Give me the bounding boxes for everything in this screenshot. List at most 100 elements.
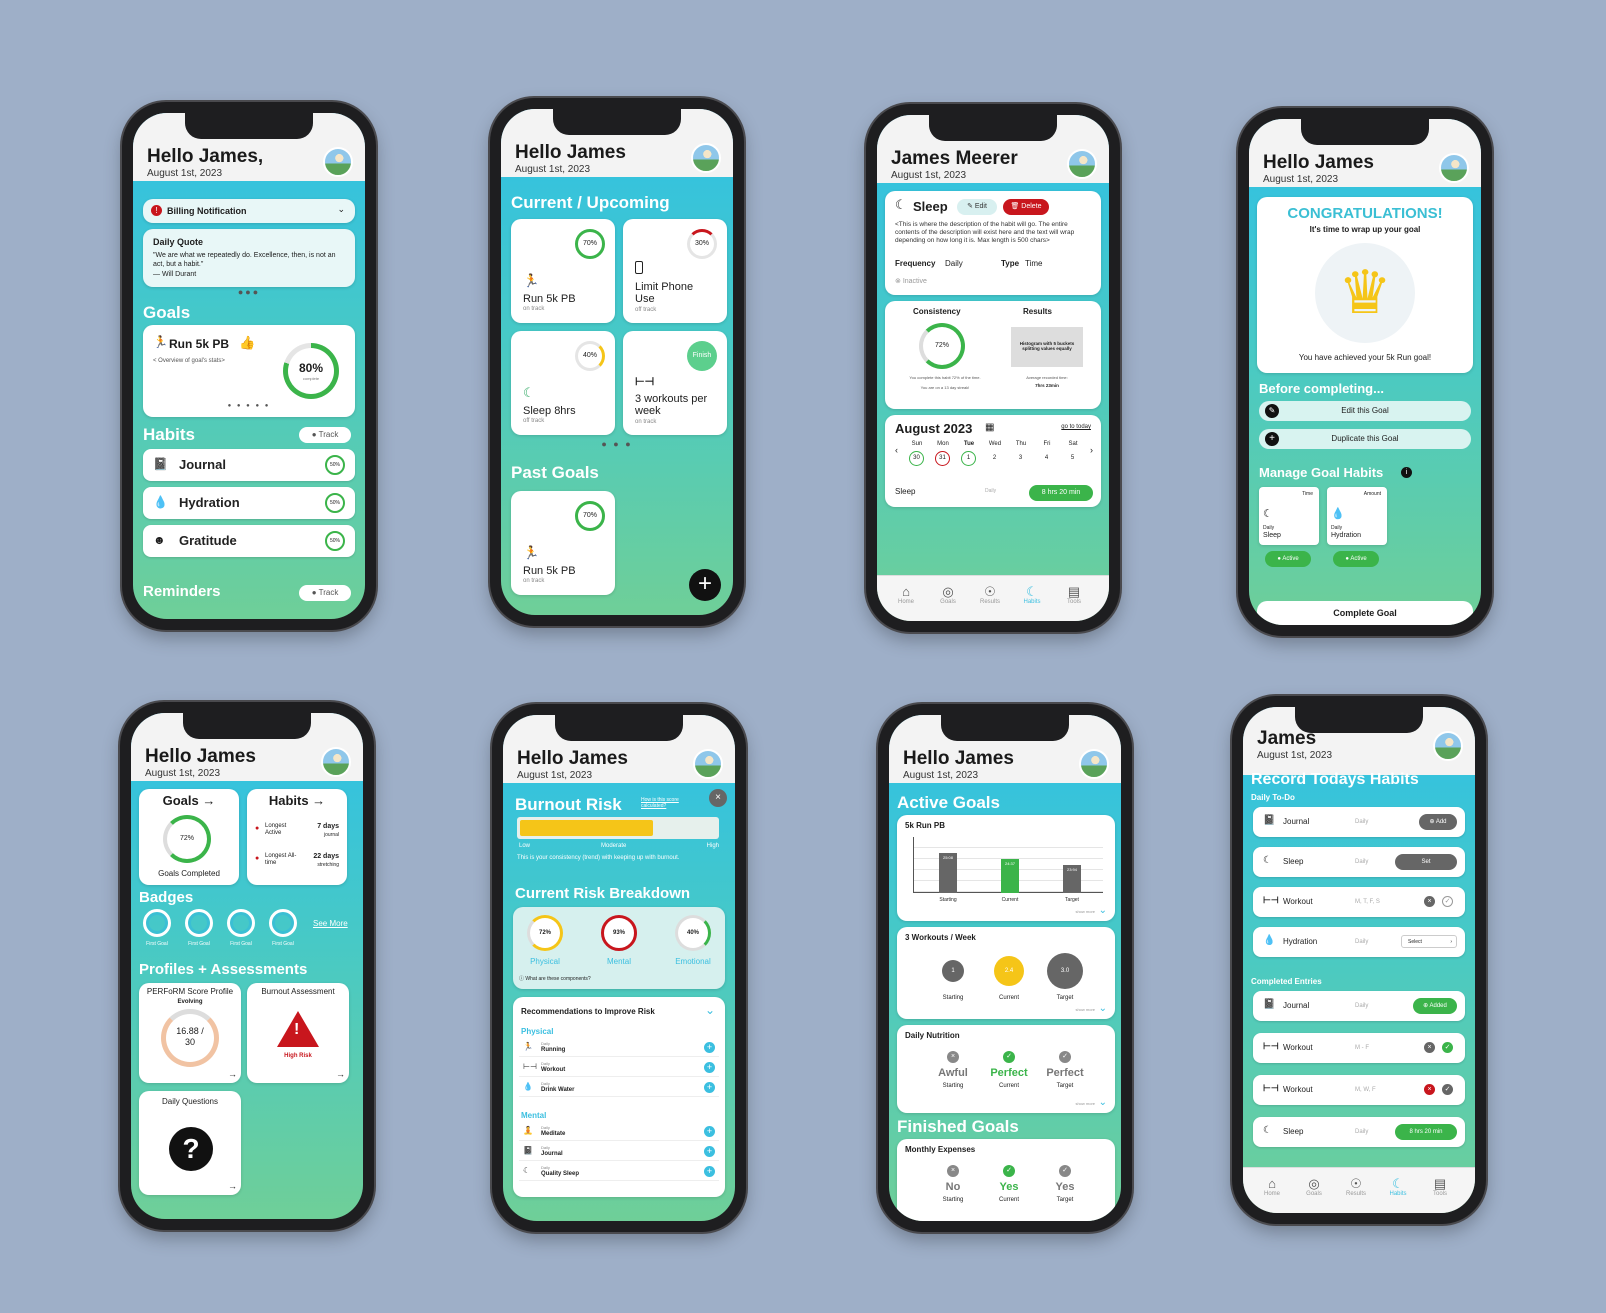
- arrow-right-icon[interactable]: →: [336, 1069, 345, 1079]
- expenses-goal-card[interactable]: Monthly Expenses × No Starting ✓ Yes Current ✓…: [897, 1139, 1115, 1221]
- recommendation-row[interactable]: 🏃 Daily Running +: [519, 1039, 719, 1057]
- done-sleep[interactable]: ☾ Sleep Daily 8 hrs 20 min: [1253, 1117, 1465, 1147]
- badge[interactable]: First Goal: [181, 909, 217, 953]
- go-to-today-link[interactable]: go to today: [1061, 424, 1091, 430]
- close-circle-icon[interactable]: ×: [1424, 1084, 1435, 1095]
- inactive-toggle[interactable]: ⊗ Inactive: [895, 277, 927, 285]
- chevron-right-icon[interactable]: ›: [1090, 445, 1093, 455]
- habits-summary-card[interactable]: Habits → ● Longest Active 7 days journal…: [247, 789, 347, 885]
- select-dropdown[interactable]: Select ›: [1401, 935, 1457, 948]
- info-icon[interactable]: i: [1401, 467, 1412, 478]
- perform-score-card[interactable]: PERFoRM Score Profile Evolving 16.88 / 3…: [139, 983, 241, 1083]
- habits-link[interactable]: Habits →: [247, 793, 347, 808]
- day-number[interactable]: 2: [987, 451, 1002, 466]
- recommendation-row[interactable]: ☾ Daily Quality Sleep +: [519, 1163, 719, 1181]
- goal-card-sleep[interactable]: 40% ☾ Sleep 8hrs off track: [511, 331, 615, 435]
- track-habits-button[interactable]: ● Track: [299, 427, 351, 443]
- tab-tools[interactable]: ▤ Tools: [1059, 585, 1089, 606]
- add-circle-icon[interactable]: +: [704, 1166, 715, 1177]
- tab-results[interactable]: ☉ Results: [1341, 1177, 1371, 1198]
- goals-link[interactable]: Goals →: [139, 793, 239, 808]
- tab-tools[interactable]: ▤ Tools: [1425, 1177, 1455, 1198]
- tab-goals[interactable]: ◎ Goals: [933, 585, 963, 606]
- check-circle-icon[interactable]: ✓: [1442, 1084, 1453, 1095]
- added-badge[interactable]: ⊕ Added: [1413, 998, 1457, 1014]
- tab-goals[interactable]: ◎ Goals: [1299, 1177, 1329, 1198]
- chevron-down-icon[interactable]: ⌄: [1099, 905, 1107, 916]
- avatar[interactable]: [1079, 749, 1109, 779]
- daily-questions-card[interactable]: Daily Questions ? →: [139, 1091, 241, 1195]
- day-number[interactable]: 5: [1065, 451, 1080, 466]
- see-more-link[interactable]: See More: [313, 919, 348, 928]
- active-toggle-sleep[interactable]: ● Active: [1265, 551, 1311, 567]
- add-circle-icon[interactable]: +: [704, 1082, 715, 1093]
- avatar[interactable]: [693, 749, 723, 779]
- chevron-down-icon[interactable]: ⌄: [337, 204, 345, 215]
- edit-goal-button[interactable]: ✎ Edit this Goal: [1259, 401, 1471, 421]
- check-circle-icon[interactable]: ✓: [1442, 896, 1453, 907]
- close-icon[interactable]: ×: [709, 789, 727, 807]
- add-circle-icon[interactable]: +: [704, 1146, 715, 1157]
- chevron-left-icon[interactable]: ‹: [895, 445, 898, 455]
- tab-home[interactable]: ⌂ Home: [891, 585, 921, 606]
- badge[interactable]: First Goal: [265, 909, 301, 953]
- recommendation-row[interactable]: 💧 Daily Drink Water +: [519, 1079, 719, 1097]
- track-reminders-button[interactable]: ● Track: [299, 585, 351, 601]
- show-more-link[interactable]: show more: [1075, 909, 1095, 914]
- avatar[interactable]: [323, 147, 353, 177]
- nutrition-goal-card[interactable]: Daily Nutrition show more ⌄ × Awful Starti…: [897, 1025, 1115, 1113]
- todo-journal[interactable]: 📓 Journal Daily ⊕ Add: [1253, 807, 1465, 837]
- goal-chart-card[interactable]: 5k Run PB show more ⌄ 25:08 Starting 24:37…: [897, 815, 1115, 921]
- arrow-right-icon[interactable]: →: [228, 1181, 237, 1191]
- day-number[interactable]: 1: [961, 451, 976, 466]
- habit-row-hydration[interactable]: 💧 Hydration 50%: [143, 487, 355, 519]
- todo-hydration[interactable]: 💧 Hydration Daily Select ›: [1253, 927, 1465, 957]
- close-circle-icon[interactable]: ×: [1424, 1042, 1435, 1053]
- avatar[interactable]: [1433, 731, 1463, 761]
- habit-row-journal[interactable]: 📓 Journal 50%: [143, 449, 355, 481]
- edit-button[interactable]: ✎ Edit: [957, 199, 997, 215]
- complete-goal-button[interactable]: Complete Goal: [1257, 601, 1473, 625]
- active-toggle-hydration[interactable]: ● Active: [1333, 551, 1379, 567]
- day-number[interactable]: 3: [1013, 451, 1028, 466]
- duplicate-goal-button[interactable]: + Duplicate this Goal: [1259, 429, 1471, 449]
- arrow-right-icon[interactable]: →: [228, 1069, 237, 1079]
- tab-home[interactable]: ⌂ Home: [1257, 1177, 1287, 1198]
- avatar[interactable]: [1439, 153, 1469, 183]
- chevron-down-icon[interactable]: ⌄: [1099, 1097, 1107, 1108]
- done-workout-1[interactable]: ⊢⊣ Workout M - F × ✓: [1253, 1033, 1465, 1063]
- finish-button[interactable]: Finish: [687, 341, 717, 371]
- close-circle-icon[interactable]: ×: [1424, 896, 1435, 907]
- done-journal[interactable]: 📓 Journal Daily ⊕ Added: [1253, 991, 1465, 1021]
- todo-workout[interactable]: ⊢⊣ Workout M, T, F, S × ✓: [1253, 887, 1465, 917]
- day-number[interactable]: 31: [935, 451, 950, 466]
- tab-results[interactable]: ☉ Results: [975, 585, 1005, 606]
- show-more-link[interactable]: show more: [1075, 1101, 1095, 1106]
- show-more-link[interactable]: show more: [1075, 1007, 1095, 1012]
- chevron-down-icon[interactable]: ⌄: [1099, 1003, 1107, 1014]
- goal-card[interactable]: 🏃 Run 5k PB 👍 < Overview of goal's stats…: [143, 325, 355, 417]
- delete-button[interactable]: 🗑 Delete: [1003, 199, 1049, 215]
- recommendation-row[interactable]: 🧘 Daily Meditate +: [519, 1123, 719, 1141]
- recommendation-row[interactable]: ⊢⊣ Daily Workout +: [519, 1059, 719, 1077]
- day-number[interactable]: 4: [1039, 451, 1054, 466]
- chevron-down-icon[interactable]: ⌄: [705, 1003, 715, 1017]
- calendar-icon[interactable]: ▦: [985, 422, 994, 433]
- avatar[interactable]: [691, 143, 721, 173]
- recommendation-row[interactable]: 📓 Daily Journal +: [519, 1143, 719, 1161]
- billing-notification[interactable]: ! Billing Notification ⌄: [143, 199, 355, 223]
- components-info[interactable]: ⓘ What are these components?: [519, 975, 591, 982]
- habit-card-hydration[interactable]: Amount 💧 Daily Hydration: [1327, 487, 1387, 545]
- daily-quote-card[interactable]: Daily Quote "We are what we repeatedly d…: [143, 229, 355, 287]
- goal-card-workouts[interactable]: Finish ⊢⊣ 3 workouts per week on track: [623, 331, 727, 435]
- check-circle-icon[interactable]: ✓: [1442, 1042, 1453, 1053]
- habit-card-sleep[interactable]: Time ☾ Daily Sleep: [1259, 487, 1319, 545]
- done-workout-2[interactable]: ⊢⊣ Workout M, W, F × ✓: [1253, 1075, 1465, 1105]
- sleep-value[interactable]: 8 hrs 20 min: [1395, 1124, 1457, 1140]
- workouts-goal-card[interactable]: 3 Workouts / Week show more ⌄ 1 Starting 2…: [897, 927, 1115, 1019]
- tab-habits[interactable]: ☾ Habits: [1383, 1177, 1413, 1198]
- goal-card-run[interactable]: 70% 🏃 Run 5k PB on track: [511, 219, 615, 323]
- add-circle-icon[interactable]: +: [704, 1062, 715, 1073]
- score-info-link[interactable]: How is this score calculated?: [641, 797, 691, 809]
- habit-row-gratitude[interactable]: ☻ Gratitude 50%: [143, 525, 355, 557]
